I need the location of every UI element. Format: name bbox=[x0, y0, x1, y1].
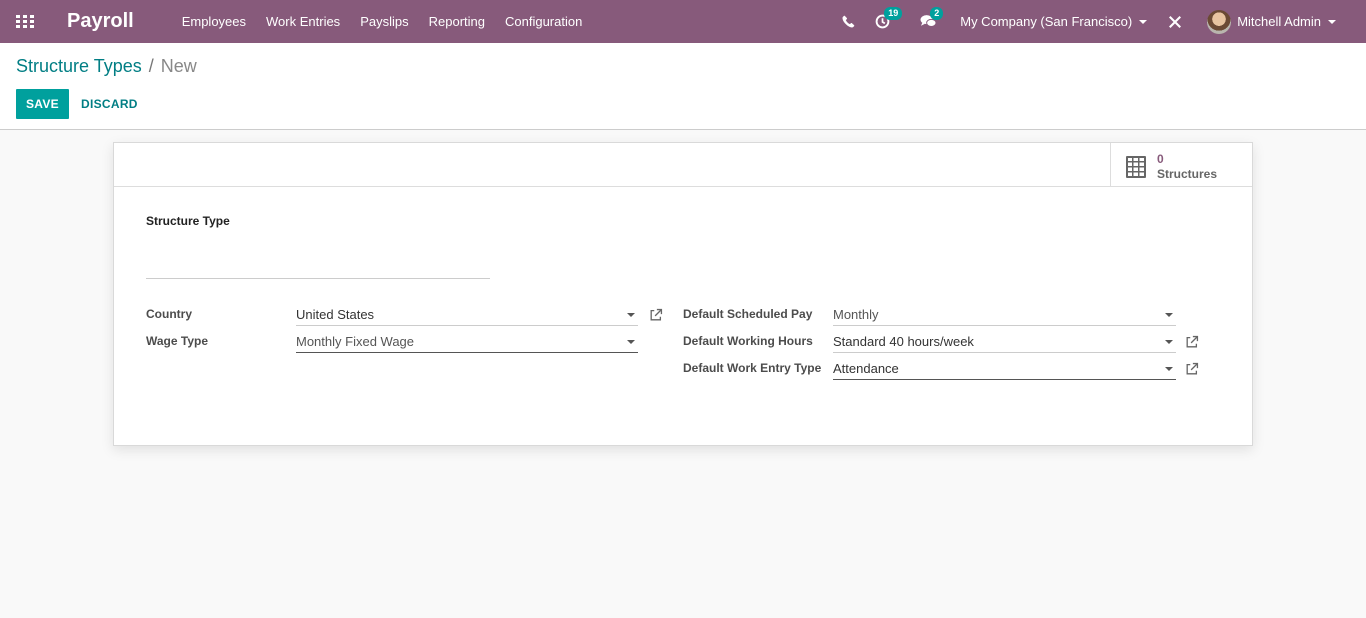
external-link-icon[interactable] bbox=[649, 308, 663, 322]
structures-count: 0 bbox=[1157, 152, 1164, 166]
wage-type-value: Monthly Fixed Wage bbox=[296, 334, 415, 349]
default-work-entry-type-label: Default Work Entry Type bbox=[683, 361, 822, 375]
chevron-down-icon bbox=[1165, 339, 1173, 344]
discard-button[interactable]: DISCARD bbox=[71, 89, 148, 119]
navbar-systray: 19 2 My Company (San Francisco) Mitchell… bbox=[838, 0, 1366, 43]
activity-clock-icon[interactable]: 19 bbox=[872, 6, 903, 32]
scheduled-pay-value: Monthly bbox=[833, 307, 879, 322]
menu-configuration[interactable]: Configuration bbox=[495, 14, 592, 29]
user-menu[interactable]: Mitchell Admin bbox=[1207, 9, 1336, 34]
country-value: United States bbox=[296, 307, 375, 322]
default-scheduled-pay-label: Default Scheduled Pay bbox=[683, 307, 813, 321]
form-sheet: 0 Structures Structure Type Country Unit… bbox=[113, 142, 1253, 446]
smart-button-box: 0 Structures bbox=[114, 143, 1252, 187]
country-label: Country bbox=[146, 307, 192, 321]
external-link-icon[interactable] bbox=[1185, 362, 1199, 376]
top-navbar: Payroll Employees Work Entries Payslips … bbox=[0, 0, 1366, 43]
main-menu: Employees Work Entries Payslips Reportin… bbox=[172, 14, 593, 29]
menu-work-entries[interactable]: Work Entries bbox=[256, 14, 350, 29]
scheduled-pay-select[interactable]: Monthly bbox=[833, 304, 1176, 326]
breadcrumb-current: New bbox=[160, 56, 197, 76]
work-entry-type-value: Attendance bbox=[833, 361, 899, 376]
message-count-badge: 2 bbox=[930, 6, 944, 20]
chevron-down-icon bbox=[627, 339, 635, 344]
structure-type-name-input[interactable] bbox=[146, 255, 490, 279]
activity-count-badge: 19 bbox=[884, 6, 903, 20]
phone-icon[interactable] bbox=[838, 12, 858, 32]
breadcrumb-separator: / bbox=[148, 56, 154, 76]
company-switcher[interactable]: My Company (San Francisco) bbox=[960, 14, 1148, 29]
external-link-icon[interactable] bbox=[1185, 335, 1199, 349]
user-name: Mitchell Admin bbox=[1237, 14, 1321, 29]
chevron-down-icon bbox=[1165, 312, 1173, 317]
structure-type-label: Structure Type bbox=[146, 214, 230, 228]
chevron-down-icon bbox=[627, 312, 635, 317]
apps-menu-icon[interactable] bbox=[16, 14, 34, 29]
wage-type-select[interactable]: Monthly Fixed Wage bbox=[296, 331, 638, 353]
working-hours-select[interactable]: Standard 40 hours/week bbox=[833, 331, 1176, 353]
wage-type-label: Wage Type bbox=[146, 334, 209, 348]
app-name: Payroll bbox=[67, 10, 134, 32]
avatar bbox=[1207, 9, 1232, 34]
control-panel: Structure Types / New SAVE DISCARD bbox=[0, 43, 1366, 130]
company-name: My Company (San Francisco) bbox=[960, 14, 1133, 29]
save-button[interactable]: SAVE bbox=[16, 89, 69, 119]
working-hours-value: Standard 40 hours/week bbox=[833, 334, 974, 349]
calculator-icon bbox=[1126, 156, 1146, 178]
chevron-down-icon bbox=[1165, 366, 1173, 371]
debug-tools-icon[interactable] bbox=[1165, 12, 1185, 32]
menu-reporting[interactable]: Reporting bbox=[419, 14, 495, 29]
menu-payslips[interactable]: Payslips bbox=[350, 14, 418, 29]
messages-icon[interactable]: 2 bbox=[918, 6, 944, 32]
default-working-hours-label: Default Working Hours bbox=[683, 334, 813, 348]
breadcrumb-structure-types[interactable]: Structure Types bbox=[16, 56, 142, 77]
breadcrumb: Structure Types / New bbox=[16, 56, 197, 77]
work-entry-type-select[interactable]: Attendance bbox=[833, 358, 1176, 380]
structures-label: Structures bbox=[1157, 167, 1218, 181]
chevron-down-icon bbox=[1139, 19, 1148, 24]
structures-smart-button[interactable]: 0 Structures bbox=[1110, 143, 1252, 187]
country-select[interactable]: United States bbox=[296, 304, 638, 326]
menu-employees[interactable]: Employees bbox=[172, 14, 256, 29]
chevron-down-icon bbox=[1328, 19, 1336, 24]
